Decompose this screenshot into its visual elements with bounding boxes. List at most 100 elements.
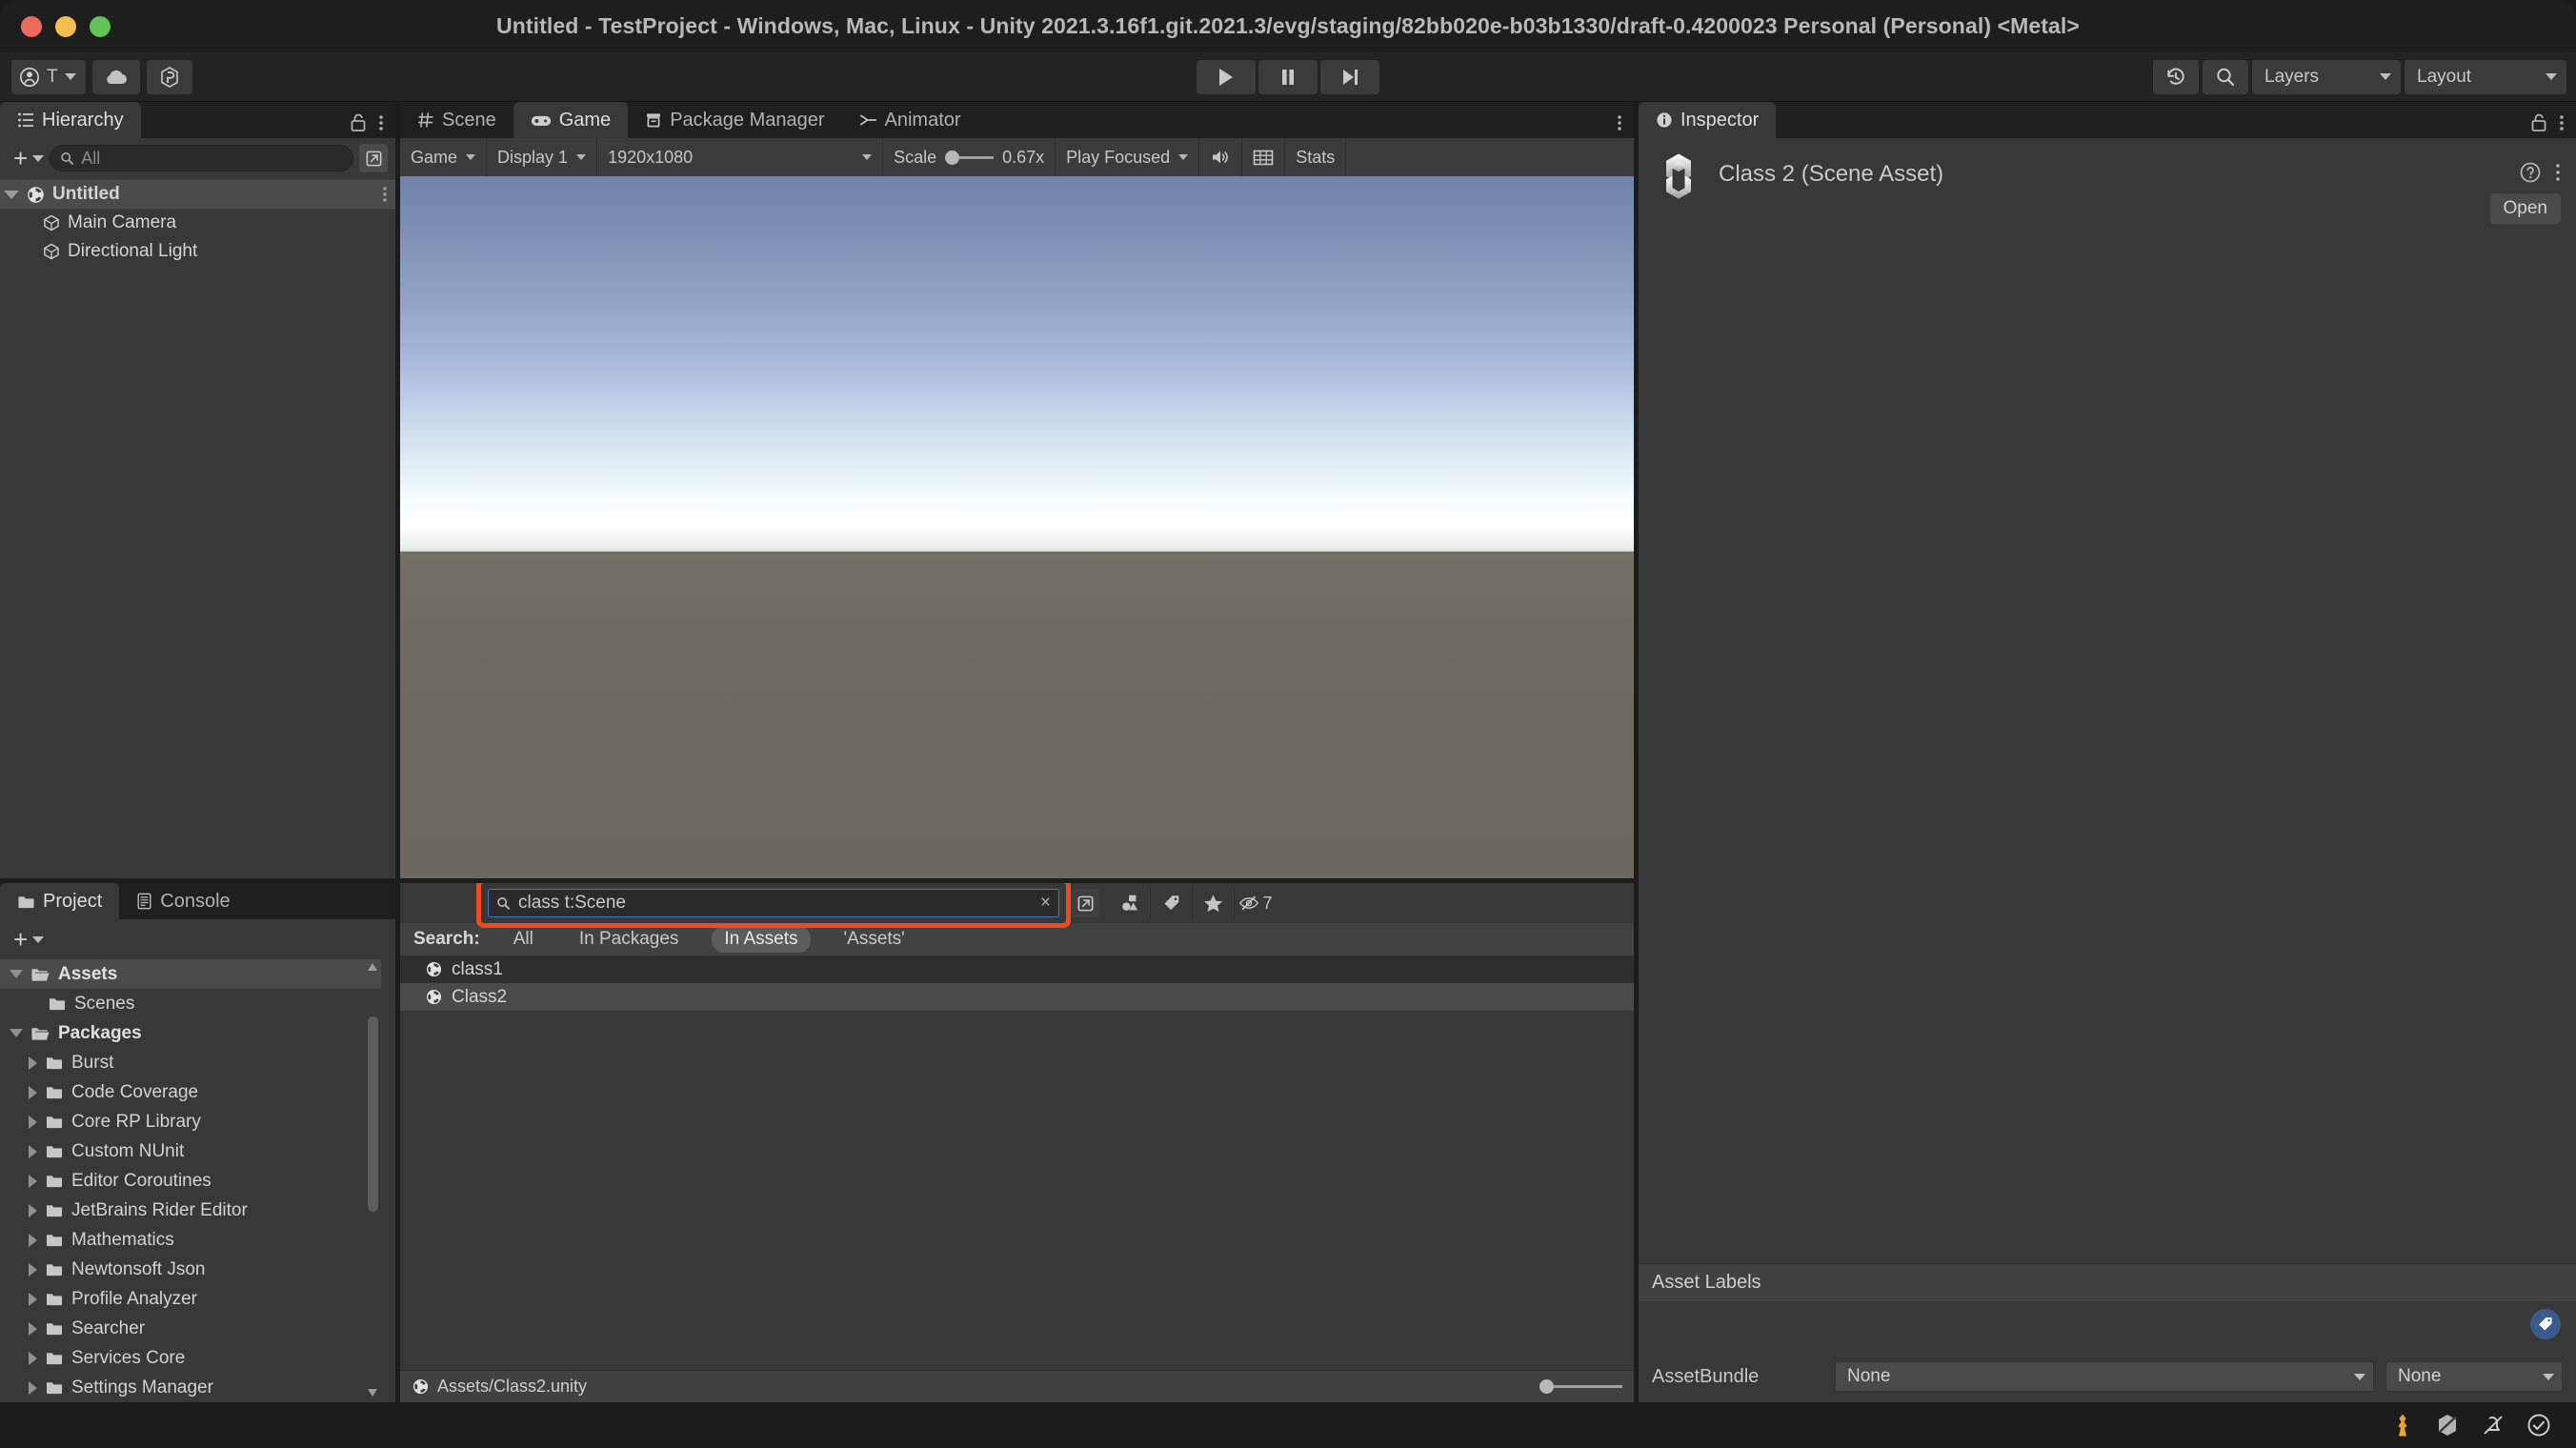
expand-triangle-icon[interactable]	[29, 1056, 37, 1070]
tab-console[interactable]: Console	[119, 883, 247, 919]
scroll-down-arrow-icon[interactable]	[367, 1385, 378, 1398]
game-view-render[interactable]	[400, 176, 1634, 878]
hierarchy-search-input[interactable]: All	[50, 145, 353, 171]
hierarchy-create-button[interactable]: +	[8, 144, 44, 173]
hidden-packages-button[interactable]: 7	[1235, 888, 1277, 918]
hierarchy-item-directional-light[interactable]: Directional Light	[0, 237, 395, 266]
expand-triangle-icon[interactable]	[29, 1234, 37, 1247]
game-playmode-dropdown[interactable]: Play Focused	[1056, 138, 1199, 176]
maximize-window-button[interactable]	[90, 16, 111, 37]
kebab-menu-icon[interactable]	[2555, 162, 2561, 183]
clear-search-icon[interactable]: ×	[1040, 893, 1051, 914]
expand-triangle-icon[interactable]	[29, 1322, 37, 1336]
hierarchy-open-new-window-button[interactable]	[359, 144, 388, 172]
tree-item-profile-analyzer[interactable]: Profile Analyzer	[0, 1284, 381, 1314]
no-notifications-icon[interactable]	[2481, 1413, 2506, 1438]
cloud-button[interactable]	[92, 60, 140, 94]
tree-item-assets[interactable]: Assets	[0, 959, 381, 989]
expand-triangle-icon[interactable]	[29, 1145, 37, 1158]
expand-triangle-icon[interactable]	[29, 1263, 37, 1277]
tree-item-burst[interactable]: Burst	[0, 1048, 381, 1077]
tree-item-mathematics[interactable]: Mathematics	[0, 1225, 381, 1255]
thumbnail-zoom-slider[interactable]	[1540, 1379, 1622, 1394]
hierarchy-item-main-camera[interactable]: Main Camera	[0, 209, 395, 237]
tree-item-core-rp-library[interactable]: Core RP Library	[0, 1107, 381, 1136]
tree-item-jetbrains-rider-editor[interactable]: JetBrains Rider Editor	[0, 1196, 381, 1225]
tab-scene[interactable]: Scene	[400, 102, 513, 138]
close-window-button[interactable]	[21, 16, 42, 37]
tab-inspector[interactable]: Inspector	[1639, 102, 1776, 138]
scope-in-packages[interactable]: In Packages	[567, 926, 692, 953]
expand-triangle-icon[interactable]	[29, 1352, 37, 1365]
project-create-button[interactable]: +	[8, 925, 44, 955]
lock-icon[interactable]	[2530, 113, 2547, 132]
game-mute-button[interactable]	[1199, 138, 1242, 176]
account-dropdown[interactable]: T	[11, 60, 86, 94]
help-icon[interactable]	[2519, 161, 2542, 184]
scroll-thumb[interactable]	[368, 1016, 378, 1212]
expand-triangle-icon[interactable]	[29, 1116, 37, 1129]
scroll-up-arrow-icon[interactable]	[367, 961, 378, 975]
checkmark-circle-icon[interactable]	[2526, 1413, 2551, 1438]
add-label-button[interactable]	[2530, 1309, 2561, 1339]
scope-in-assets[interactable]: In Assets	[712, 926, 810, 953]
game-gizmos-button[interactable]	[1242, 138, 1285, 176]
expand-triangle-icon[interactable]	[10, 1029, 23, 1037]
pause-button[interactable]	[1258, 60, 1318, 94]
favorites-button[interactable]	[1193, 888, 1235, 918]
toolbar-search-button[interactable]	[2203, 60, 2248, 94]
game-resolution-dropdown[interactable]: 1920x1080	[597, 138, 883, 176]
lock-icon[interactable]	[350, 113, 367, 132]
hierarchy-item-untitled[interactable]: Untitled	[0, 180, 395, 209]
expand-triangle-icon[interactable]	[29, 1086, 37, 1099]
tab-package-manager[interactable]: Package Manager	[628, 102, 841, 138]
filter-by-label-button[interactable]	[1151, 888, 1193, 918]
kebab-menu-icon[interactable]	[1617, 113, 1622, 132]
tree-item-code-coverage[interactable]: Code Coverage	[0, 1077, 381, 1107]
collab-status-icon[interactable]	[2435, 1413, 2460, 1438]
layout-dropdown[interactable]: Layout	[2405, 60, 2566, 94]
expand-triangle-icon[interactable]	[29, 1175, 37, 1188]
expand-triangle-icon[interactable]	[29, 1293, 37, 1306]
history-button[interactable]	[2153, 60, 2199, 94]
result-row-class2[interactable]: Class2	[400, 983, 1634, 1011]
minimize-window-button[interactable]	[55, 16, 76, 37]
scope-assets-folder[interactable]: 'Assets'	[832, 926, 917, 953]
step-button[interactable]	[1320, 60, 1379, 94]
tree-item-newtonsoft-json[interactable]: Newtonsoft Json	[0, 1255, 381, 1284]
tree-item-scenes[interactable]: Scenes	[0, 989, 381, 1018]
play-button[interactable]	[1197, 60, 1256, 94]
tree-item-editor-coroutines[interactable]: Editor Coroutines	[0, 1166, 381, 1196]
result-row-class1[interactable]: class1	[400, 955, 1634, 983]
slider-knob[interactable]	[945, 151, 959, 165]
scope-all[interactable]: All	[501, 926, 546, 953]
expand-triangle-icon[interactable]	[10, 970, 23, 978]
kebab-menu-icon[interactable]	[382, 186, 388, 203]
game-scale-slider[interactable]: Scale 0.67x	[883, 138, 1056, 176]
assetbundle-name-dropdown[interactable]: None	[1835, 1361, 2374, 1392]
tree-item-settings-manager[interactable]: Settings Manager	[0, 1373, 381, 1402]
tab-game[interactable]: Game	[513, 102, 628, 138]
scale-slider-control[interactable]	[945, 151, 994, 165]
assetbundle-variant-dropdown[interactable]: None	[2385, 1361, 2563, 1392]
project-open-new-window-button[interactable]	[1071, 889, 1099, 917]
tree-item-searcher[interactable]: Searcher	[0, 1314, 381, 1343]
expand-triangle-icon[interactable]	[29, 1204, 37, 1217]
tree-item-services-core[interactable]: Services Core	[0, 1343, 381, 1373]
kebab-menu-icon[interactable]	[2559, 113, 2565, 132]
expand-triangle-icon[interactable]	[29, 1381, 37, 1395]
slider-knob[interactable]	[1540, 1379, 1554, 1394]
project-search-input[interactable]: class t:Scene ×	[488, 889, 1059, 917]
game-stats-button[interactable]: Stats	[1285, 138, 1346, 176]
tab-hierarchy[interactable]: Hierarchy	[0, 102, 141, 138]
kebab-menu-icon[interactable]	[378, 113, 384, 132]
game-display-dropdown[interactable]: Display 1	[487, 138, 597, 176]
expand-triangle-icon[interactable]	[4, 191, 19, 199]
open-asset-button[interactable]: Open	[2490, 193, 2561, 224]
tree-item-custom-nunit[interactable]: Custom NUnit	[0, 1136, 381, 1166]
game-view-mode-dropdown[interactable]: Game	[400, 138, 487, 176]
project-tree-scrollbar[interactable]	[367, 959, 378, 1402]
collab-button[interactable]	[147, 60, 192, 94]
tree-item-packages[interactable]: Packages	[0, 1018, 381, 1048]
tab-project[interactable]: Project	[0, 883, 119, 919]
